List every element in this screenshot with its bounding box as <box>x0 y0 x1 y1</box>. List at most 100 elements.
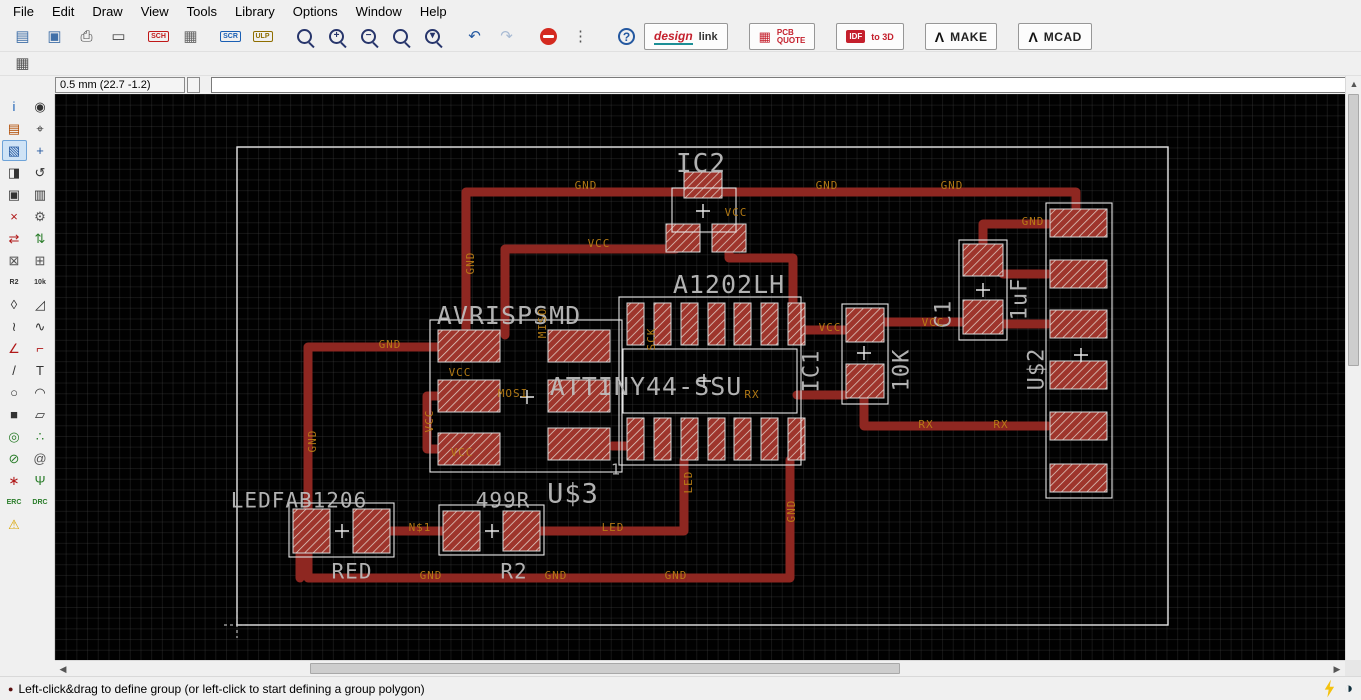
export-image-button[interactable]: ▭ <box>104 23 133 50</box>
tool-circle[interactable]: ○ <box>2 382 27 403</box>
tool-ripup[interactable]: ⌐ <box>28 338 53 359</box>
pcb-label[interactable]: GND <box>816 179 839 192</box>
smd-pad[interactable] <box>1049 208 1108 238</box>
tool-ratsnest[interactable]: ∗ <box>2 470 27 491</box>
schematic-editor-button[interactable]: SCH <box>144 23 173 50</box>
pcb-label[interactable]: VCC <box>449 366 472 379</box>
pcb-label[interactable]: 10K <box>890 349 915 392</box>
smd-pad[interactable] <box>707 302 726 346</box>
smd-pad[interactable] <box>680 417 699 461</box>
smd-pad[interactable] <box>665 223 701 253</box>
smd-pad[interactable] <box>787 417 806 461</box>
pcb-label[interactable]: RED <box>332 559 373 583</box>
smd-pad[interactable] <box>442 510 481 552</box>
pcb-label[interactable]: VCC <box>588 237 611 250</box>
pcb-label[interactable]: IC2 <box>676 149 726 179</box>
smd-pad[interactable] <box>733 302 752 346</box>
pcb-label[interactable]: VCC <box>423 410 436 433</box>
smd-pad[interactable] <box>1049 259 1108 289</box>
zoom-redraw-button[interactable] <box>386 23 415 50</box>
smd-pad[interactable] <box>711 223 747 253</box>
pcb-label[interactable]: LEDFAB1206 <box>231 488 367 512</box>
tool-polygon[interactable]: ▱ <box>28 404 53 425</box>
pcb-label[interactable]: N$1 <box>409 521 432 534</box>
pcb-label[interactable]: U$3 <box>547 478 599 509</box>
smd-pad[interactable] <box>437 329 501 363</box>
tool-move[interactable]: + <box>28 140 53 161</box>
pcb-label[interactable]: VCC <box>451 446 474 459</box>
menu-file[interactable]: File <box>4 1 43 22</box>
pcb-label[interactable]: GND <box>306 430 319 453</box>
tool-info[interactable]: i <box>2 96 27 117</box>
vertical-scroll-thumb[interactable] <box>1348 94 1359 366</box>
smd-pad[interactable] <box>1049 309 1108 339</box>
tool-replace[interactable]: ⇄ <box>2 228 27 249</box>
pcb-label[interactable]: IC1 <box>800 350 825 393</box>
smd-pad[interactable] <box>760 302 779 346</box>
menu-edit[interactable]: Edit <box>43 1 83 22</box>
tool-route[interactable]: ∠ <box>2 338 27 359</box>
tool-group[interactable]: ▧ <box>1 140 27 161</box>
help-button[interactable]: ? <box>612 23 641 50</box>
tool-copy[interactable]: ▣ <box>2 184 27 205</box>
tool-pinswap[interactable]: ⇅ <box>28 228 53 249</box>
design-link-button[interactable]: design link <box>644 23 728 50</box>
pcb-label[interactable]: SCK <box>645 328 658 351</box>
pcb-label[interactable]: U$2 <box>1025 348 1050 391</box>
menu-tools[interactable]: Tools <box>178 1 226 22</box>
scroll-right-arrow[interactable]: ▶ <box>1329 661 1345 677</box>
pcb-label[interactable]: GND <box>545 569 568 582</box>
smd-pad[interactable] <box>733 417 752 461</box>
tool-attribute[interactable]: @ <box>28 448 53 469</box>
smd-pad[interactable] <box>292 508 331 554</box>
pcb-label[interactable]: RX <box>918 418 933 431</box>
pcb-label[interactable]: GND <box>420 569 443 582</box>
tool-rect[interactable]: ■ <box>2 404 27 425</box>
run-ulp-button[interactable]: ULP <box>248 23 277 50</box>
pcb-label[interactable]: ATTINY44-SSU <box>550 372 743 401</box>
pcb-label[interactable]: GND <box>575 179 598 192</box>
pcb-label[interactable]: VCC <box>725 206 748 219</box>
zoom-out-button[interactable]: − <box>354 23 383 50</box>
smd-pad[interactable] <box>352 508 391 554</box>
pcb-label[interactable]: GND <box>785 500 798 523</box>
grid-settings-button[interactable]: ▦ <box>8 50 37 77</box>
tool-rotate[interactable]: ↺ <box>28 162 53 183</box>
more-options-button[interactable]: ⋮ <box>566 23 595 50</box>
smd-pad[interactable] <box>845 363 885 399</box>
pcb-label[interactable]: GND <box>665 569 688 582</box>
command-input[interactable] <box>211 77 1355 93</box>
smd-pad[interactable] <box>626 417 645 461</box>
menu-window[interactable]: Window <box>347 1 411 22</box>
smd-pad[interactable] <box>626 302 645 346</box>
zoom-select-button[interactable]: ▾ <box>418 23 447 50</box>
pcb-label[interactable]: GND <box>941 179 964 192</box>
pcb-label[interactable]: AVRISPSMD <box>437 301 581 330</box>
smd-pad[interactable] <box>1049 360 1108 390</box>
pcb-label[interactable]: 1uF <box>1008 278 1033 321</box>
tool-display[interactable]: ▤ <box>2 118 27 139</box>
tool-erc[interactable]: ERC <box>2 492 27 513</box>
pcb-label[interactable]: RX <box>993 418 1008 431</box>
scroll-up-arrow[interactable]: ▲ <box>1346 76 1361 92</box>
make-button[interactable]: Λ MAKE <box>924 23 998 50</box>
pcb-trace[interactable] <box>859 391 1053 431</box>
tool-hole[interactable]: ⊘ <box>2 448 27 469</box>
lightning-icon[interactable] <box>1324 679 1335 698</box>
tool-lock[interactable]: ⊠ <box>2 250 27 271</box>
tool-show[interactable]: ◉ <box>28 96 53 117</box>
pcb-quote-button[interactable]: ▦ PCB QUOTE <box>748 23 816 50</box>
undo-button[interactable]: ↶ <box>460 23 489 50</box>
mcad-button[interactable]: Λ MCAD <box>1018 23 1092 50</box>
tool-text[interactable]: T <box>28 360 53 381</box>
smd-pad[interactable] <box>1049 411 1108 441</box>
horizontal-scrollbar[interactable]: ◀ ▶ <box>55 660 1345 677</box>
half-circle-icon[interactable]: ◑ <box>1344 681 1353 696</box>
tool-value[interactable]: 10k <box>28 272 53 293</box>
menu-draw[interactable]: Draw <box>83 1 131 22</box>
smd-pad[interactable] <box>502 510 541 552</box>
pcb-label[interactable]: VCC <box>922 316 945 329</box>
tool-paste[interactable]: ▥ <box>28 184 53 205</box>
open-board-button[interactable]: ▤ <box>8 23 37 50</box>
pcb-canvas[interactable]: IC2 A1202LH AVRISPSMD ATTINY44-SSU U$3 LEDFAB… <box>55 94 1345 660</box>
